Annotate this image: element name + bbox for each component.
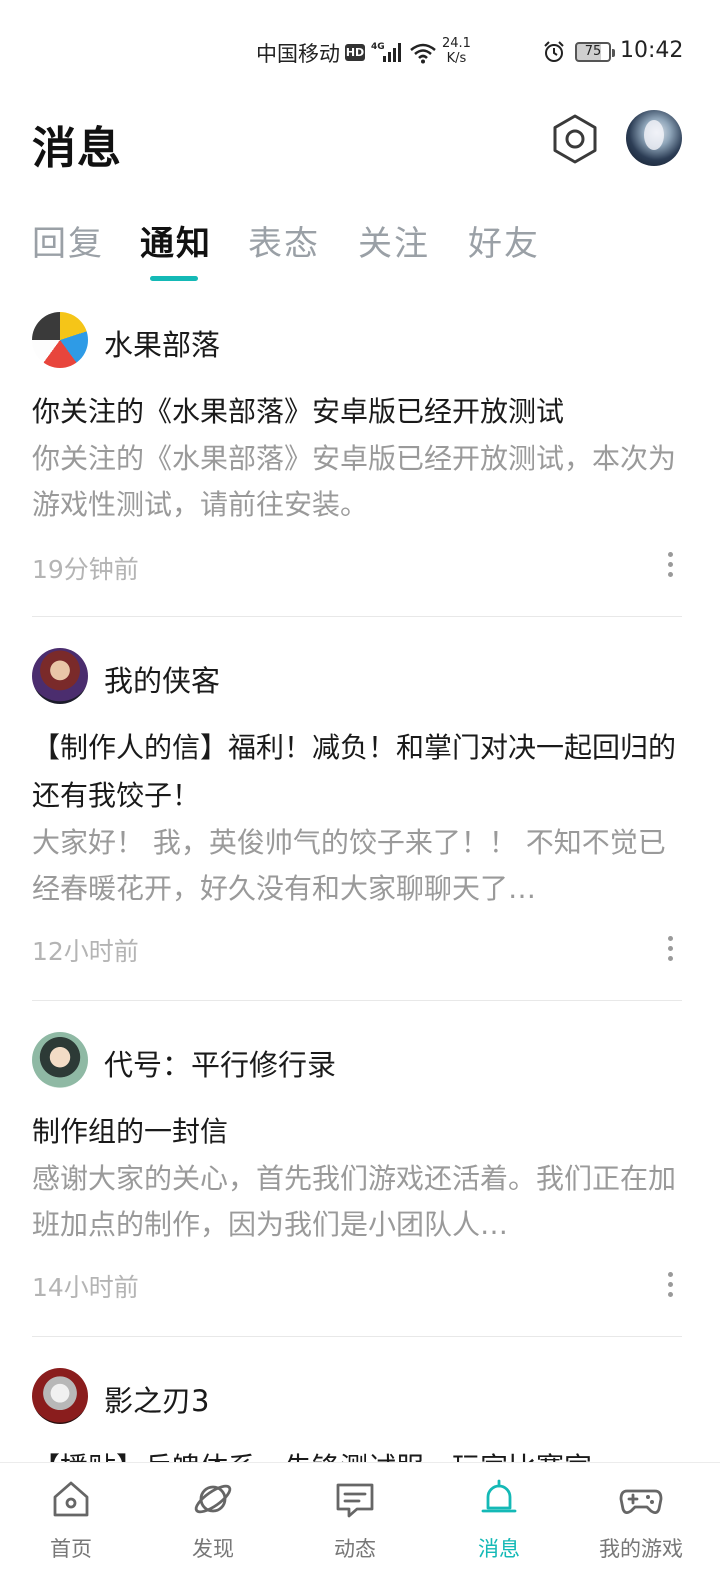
nav-my-games-label: 我的游戏	[599, 1537, 683, 1561]
divider	[32, 1336, 682, 1337]
notification-card[interactable]: 代号：平行修行录 制作组的一封信 感谢大家的关心，首先我们游戏还活着。我们正在加…	[32, 1020, 682, 1338]
source-name[interactable]: 代号：平行修行录	[104, 1042, 336, 1084]
notification-time: 19分钟前	[32, 555, 139, 584]
nav-feed-label: 动态	[334, 1537, 376, 1561]
alarm-clock-icon	[544, 41, 564, 62]
notification-body[interactable]: 你关注的《水果部落》安卓版已经开放测试，本次为游戏性测试，请前往安装。	[32, 436, 682, 528]
tab-reaction[interactable]: 表态	[248, 216, 320, 265]
game-icon-parallel-cultivation[interactable]	[32, 1032, 88, 1088]
notification-title[interactable]: 制作组的一封信	[32, 1108, 682, 1156]
page-title: 消息	[32, 123, 122, 174]
chat-bubble-icon	[336, 1483, 374, 1518]
bottom-navigation: 首页 发现 动态 消息 我的游戏	[0, 1462, 720, 1584]
bell-icon	[481, 1479, 517, 1513]
status-bar: 中国移动 HD 4G 24.1 K/s 75 10:42	[0, 0, 720, 104]
active-tab-indicator	[150, 276, 198, 281]
divider	[32, 1000, 682, 1001]
nav-messages-label: 消息	[478, 1537, 520, 1561]
settings-gear-icon[interactable]	[548, 112, 602, 166]
hd-badge: HD	[345, 44, 365, 61]
network-speed-value: 24.1	[442, 36, 471, 51]
source-name[interactable]: 我的侠客	[104, 658, 220, 700]
divider	[32, 616, 682, 617]
wifi-icon	[410, 43, 436, 64]
tab-reply[interactable]: 回复	[32, 216, 104, 265]
tab-notification[interactable]: 通知	[140, 216, 212, 265]
nav-my-games[interactable]: 我的游戏	[586, 1477, 696, 1577]
nav-home-label: 首页	[50, 1537, 92, 1561]
signal-icon: 4G	[371, 42, 401, 62]
game-icon-my-hero[interactable]	[32, 648, 88, 704]
more-options-icon[interactable]	[660, 1270, 680, 1300]
notification-title[interactable]: 你关注的《水果部落》安卓版已经开放测试	[32, 388, 682, 436]
discover-planet-icon	[194, 1484, 232, 1514]
notification-body[interactable]: 感谢大家的关心，首先我们游戏还活着。我们正在加班加点的制作，因为我们是小团队人…	[32, 1156, 682, 1248]
message-tabs: 回复 通知 表态 关注 好友	[0, 210, 720, 290]
more-options-icon[interactable]	[660, 934, 680, 964]
clock-time: 10:42	[620, 38, 684, 63]
tab-friends[interactable]: 好友	[468, 216, 540, 265]
home-icon	[53, 1481, 89, 1517]
notification-card[interactable]: 我的侠客 【制作人的信】福利！减负！和掌门对决一起回归的还有我饺子！ 大家好！ …	[32, 636, 682, 1002]
network-type-label: 4G	[371, 42, 385, 52]
source-name[interactable]: 影之刃3	[104, 1378, 209, 1420]
battery-indicator: 75	[575, 42, 615, 62]
notification-body[interactable]: 大家好！ 我，英俊帅气的饺子来了！！ 不知不觉已经春暖花开，好久没有和大家聊聊天…	[32, 820, 682, 912]
gamepad-icon	[619, 1489, 663, 1514]
notification-card[interactable]: 影之刃3 【播贴】兵魄体系，先锋测试服，玩家比赛宣	[32, 1356, 682, 1484]
network-speed: 24.1 K/s	[442, 36, 471, 66]
nav-discover-label: 发现	[192, 1537, 234, 1561]
nav-home[interactable]: 首页	[16, 1477, 126, 1577]
nav-discover[interactable]: 发现	[158, 1477, 268, 1577]
notification-title[interactable]: 【制作人的信】福利！减负！和掌门对决一起回归的还有我饺子！	[32, 724, 682, 820]
game-icon-fruit-tribe[interactable]	[32, 312, 88, 368]
network-speed-unit: K/s	[446, 51, 467, 66]
notification-time: 14小时前	[32, 1273, 139, 1302]
game-icon-shadow-blade-3[interactable]	[32, 1368, 88, 1424]
source-name[interactable]: 水果部落	[104, 322, 220, 364]
carrier-label: 中国移动	[256, 42, 340, 66]
user-avatar[interactable]	[626, 110, 682, 166]
nav-feed[interactable]: 动态	[300, 1477, 410, 1577]
tab-follow[interactable]: 关注	[358, 216, 430, 265]
more-options-icon[interactable]	[660, 550, 680, 580]
notification-time: 12小时前	[32, 937, 139, 966]
nav-messages[interactable]: 消息	[444, 1477, 554, 1577]
notification-card[interactable]: 水果部落 你关注的《水果部落》安卓版已经开放测试 你关注的《水果部落》安卓版已经…	[32, 300, 682, 618]
